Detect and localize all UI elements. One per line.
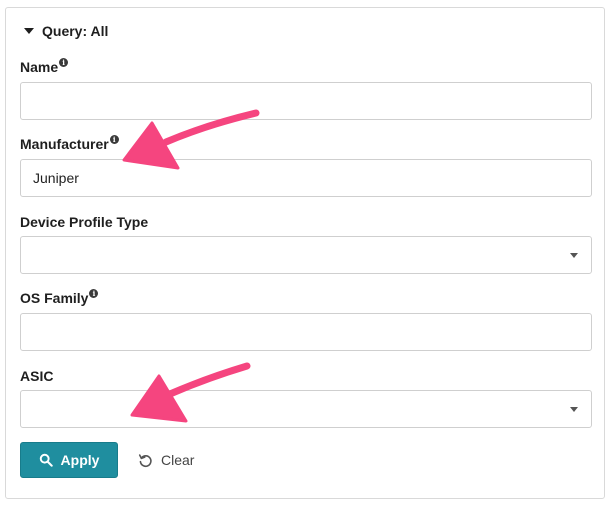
name-input[interactable] [20, 82, 592, 120]
query-toggle[interactable]: Query: All [24, 22, 108, 40]
os-family-input[interactable] [20, 313, 592, 351]
device-profile-type-select[interactable] [20, 236, 592, 274]
asic-label: ASIC [20, 368, 54, 384]
os-family-label: OS Family i [20, 289, 99, 306]
info-icon[interactable]: i [59, 58, 69, 67]
manufacturer-input[interactable] [20, 159, 592, 197]
undo-icon [138, 453, 152, 467]
chevron-down-icon [570, 407, 578, 412]
chevron-down-icon [570, 253, 578, 258]
device-profile-type-label: Device Profile Type [20, 214, 149, 230]
manufacturer-label: Manufacturer i [20, 135, 119, 152]
query-title: Query: All [42, 23, 109, 39]
info-icon[interactable]: i [89, 289, 99, 298]
info-icon[interactable]: i [109, 135, 119, 144]
name-label: Name i [20, 58, 69, 75]
apply-button[interactable]: Apply [20, 442, 118, 478]
query-panel: Query: All Namei Manufactureri Device Pr… [5, 7, 605, 499]
caret-down-icon [24, 28, 34, 34]
clear-button[interactable]: Clear [138, 450, 194, 470]
search-icon [39, 453, 53, 467]
asic-select[interactable] [20, 390, 592, 428]
